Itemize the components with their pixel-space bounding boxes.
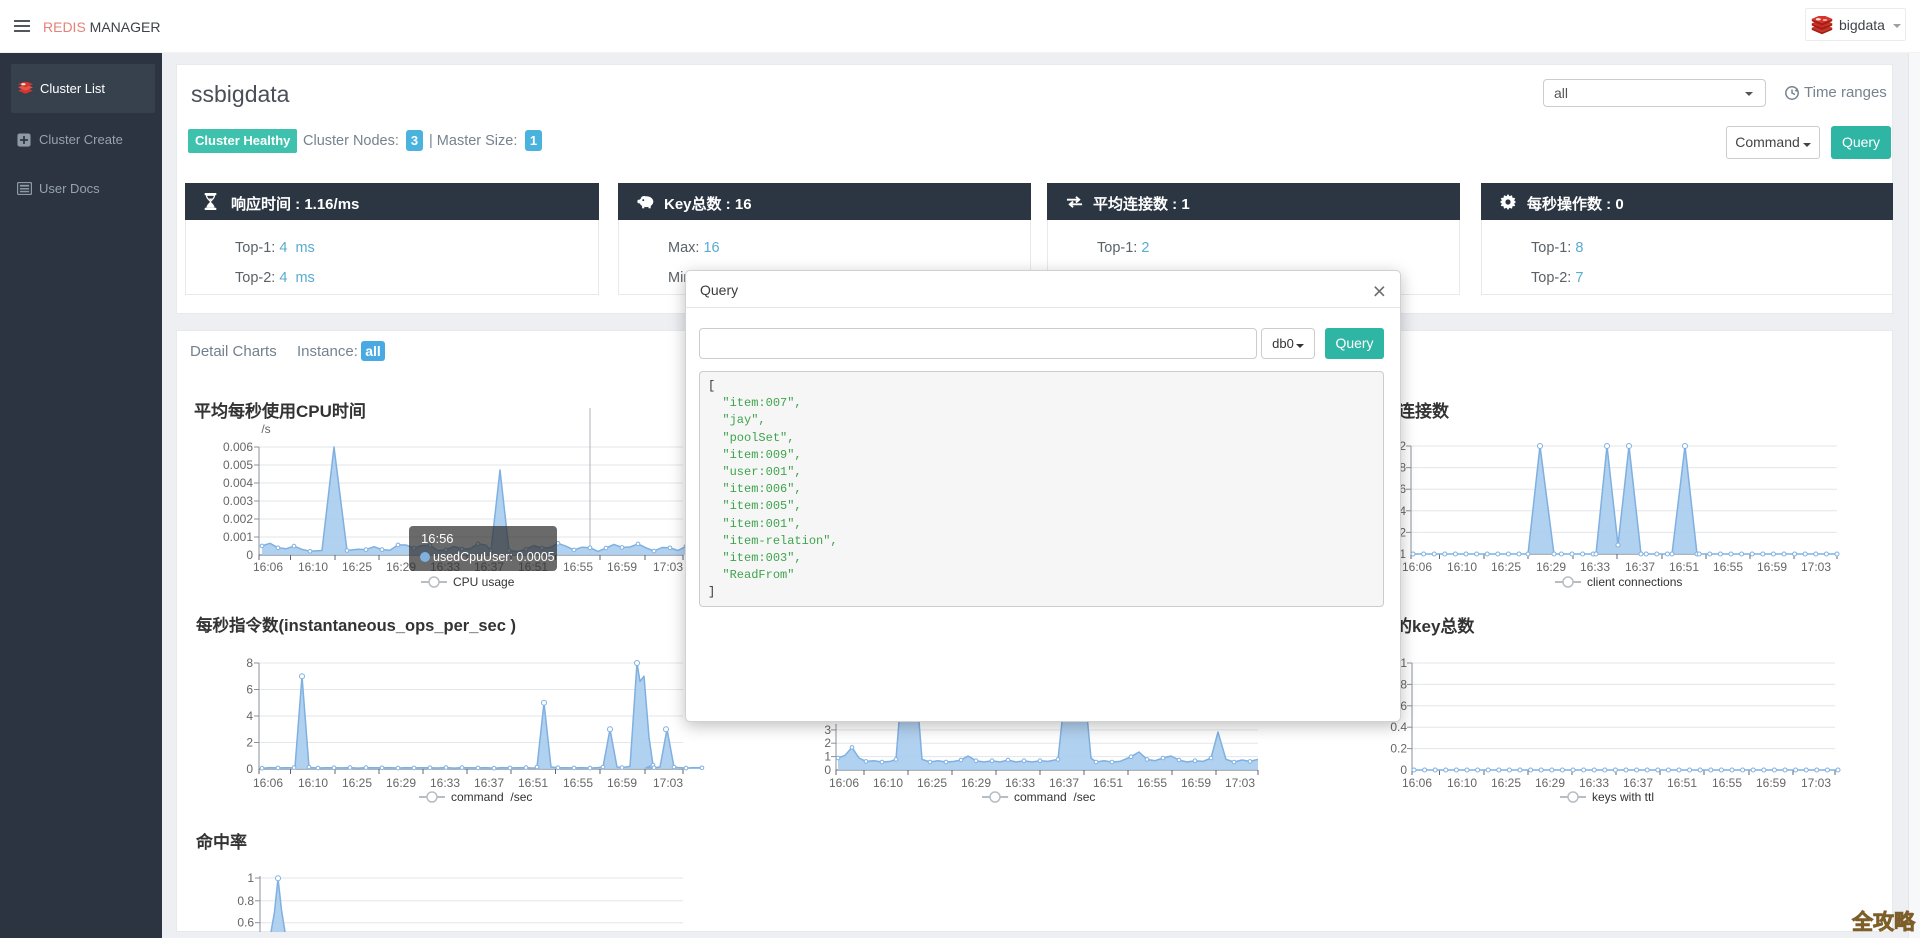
svg-text:16:51: 16:51 xyxy=(1669,560,1699,574)
svg-text:17:03: 17:03 xyxy=(653,776,683,790)
svg-text:17:03: 17:03 xyxy=(1225,776,1255,790)
svg-text:3: 3 xyxy=(824,723,831,737)
svg-text:0.005: 0.005 xyxy=(223,458,253,472)
svg-text:0.006: 0.006 xyxy=(223,440,253,454)
svg-text:16:10: 16:10 xyxy=(298,560,328,574)
svg-text:16:06: 16:06 xyxy=(1402,776,1432,790)
svg-text:16:51: 16:51 xyxy=(1093,776,1123,790)
svg-text:16:29: 16:29 xyxy=(1535,776,1565,790)
svg-text:2: 2 xyxy=(824,736,831,750)
svg-text:16:55: 16:55 xyxy=(563,776,593,790)
svg-text:16:59: 16:59 xyxy=(607,776,637,790)
svg-text:8: 8 xyxy=(246,656,253,670)
svg-text:0.004: 0.004 xyxy=(223,476,253,490)
svg-text:17:03: 17:03 xyxy=(1801,776,1831,790)
svg-text:17:03: 17:03 xyxy=(1801,560,1831,574)
svg-text:0.8: 0.8 xyxy=(237,894,254,908)
svg-text:16:10: 16:10 xyxy=(298,776,328,790)
svg-text:keys with ttl: keys with ttl xyxy=(1592,790,1654,804)
svg-text:16:51: 16:51 xyxy=(518,776,548,790)
svg-text:16:55: 16:55 xyxy=(1137,776,1167,790)
svg-text:command /sec: command /sec xyxy=(1014,790,1095,804)
svg-text:16:33: 16:33 xyxy=(1579,776,1609,790)
svg-text:0: 0 xyxy=(824,763,831,777)
svg-text:2: 2 xyxy=(246,736,253,750)
svg-text:16:25: 16:25 xyxy=(1491,776,1521,790)
svg-text:16:10: 16:10 xyxy=(1447,776,1477,790)
svg-text:16:25: 16:25 xyxy=(917,776,947,790)
svg-text:16:55: 16:55 xyxy=(1713,560,1743,574)
svg-text:16:10: 16:10 xyxy=(873,776,903,790)
svg-text:16:37: 16:37 xyxy=(1049,776,1079,790)
svg-text:17:03: 17:03 xyxy=(653,560,683,574)
svg-text:16:29: 16:29 xyxy=(386,776,416,790)
svg-text:16:59: 16:59 xyxy=(1756,776,1786,790)
svg-text:16:59: 16:59 xyxy=(1181,776,1211,790)
svg-text:16:25: 16:25 xyxy=(342,776,372,790)
svg-text:0: 0 xyxy=(1400,763,1407,777)
svg-text:16:59: 16:59 xyxy=(1757,560,1787,574)
svg-text:client connections: client connections xyxy=(1587,575,1682,589)
svg-text:4: 4 xyxy=(246,709,253,723)
svg-text:16:33: 16:33 xyxy=(1005,776,1035,790)
svg-text:CPU usage: CPU usage xyxy=(453,575,515,589)
svg-text:16:06: 16:06 xyxy=(253,776,283,790)
svg-text:1: 1 xyxy=(824,750,831,764)
svg-text:0.001: 0.001 xyxy=(223,530,253,544)
svg-text:16:25: 16:25 xyxy=(342,560,372,574)
svg-text:16:25: 16:25 xyxy=(1491,560,1521,574)
svg-text:16:06: 16:06 xyxy=(829,776,859,790)
svg-text:16:33: 16:33 xyxy=(1580,560,1610,574)
svg-text:16:37: 16:37 xyxy=(474,776,504,790)
svg-text:1: 1 xyxy=(247,871,254,885)
svg-text:16:33: 16:33 xyxy=(430,776,460,790)
svg-text:16:55: 16:55 xyxy=(1712,776,1742,790)
svg-text:command /sec: command /sec xyxy=(451,790,532,804)
svg-text:0.4: 0.4 xyxy=(1390,720,1407,734)
svg-text:0.003: 0.003 xyxy=(223,494,253,508)
svg-text:0.2: 0.2 xyxy=(1390,742,1407,756)
svg-text:6: 6 xyxy=(246,683,253,697)
svg-text:1: 1 xyxy=(1400,656,1407,670)
svg-text:16:51: 16:51 xyxy=(1667,776,1697,790)
svg-text:16:29: 16:29 xyxy=(1536,560,1566,574)
svg-text:16:06: 16:06 xyxy=(1402,560,1432,574)
svg-text:16:37: 16:37 xyxy=(1625,560,1655,574)
svg-text:16:10: 16:10 xyxy=(1447,560,1477,574)
svg-text:16:37: 16:37 xyxy=(1623,776,1653,790)
svg-text:16:29: 16:29 xyxy=(961,776,991,790)
svg-text:0.002: 0.002 xyxy=(223,512,253,526)
svg-text:0: 0 xyxy=(246,762,253,776)
svg-text:/s: /s xyxy=(261,422,270,436)
svg-text:16:06: 16:06 xyxy=(253,560,283,574)
svg-text:0.6: 0.6 xyxy=(237,916,254,930)
